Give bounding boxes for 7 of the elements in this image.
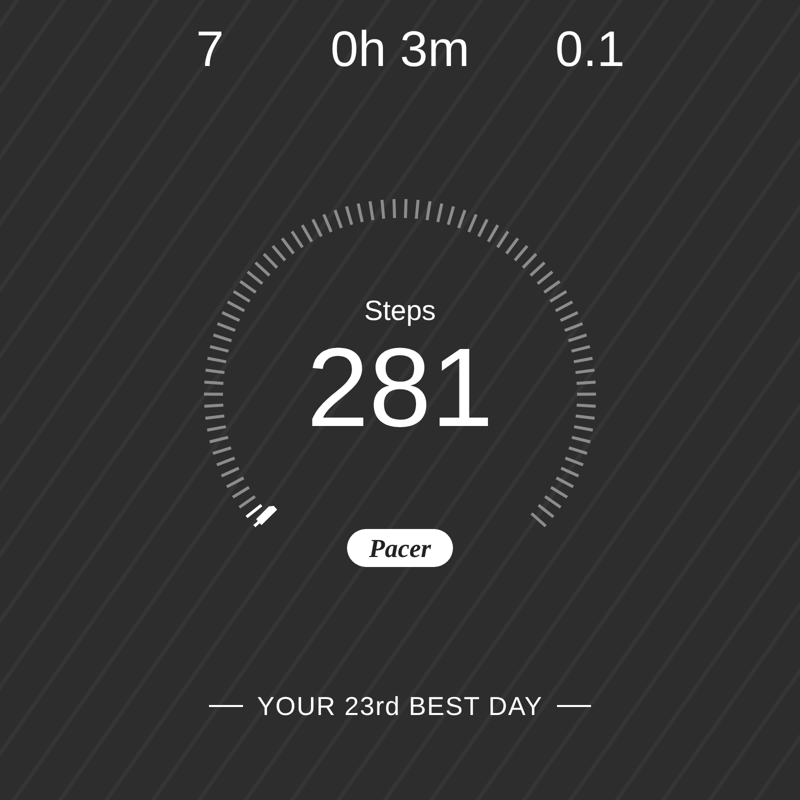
gauge-label: Steps xyxy=(364,295,436,327)
step-count: 281 xyxy=(306,333,494,443)
brand-badge: Pacer xyxy=(346,529,454,567)
stat-value: 7 xyxy=(196,22,224,76)
stat-value: 0h 3m xyxy=(330,22,470,76)
footer-text: YOUR 23rd BEST DAY xyxy=(257,691,543,721)
stat-value: 0.1 xyxy=(555,22,625,76)
